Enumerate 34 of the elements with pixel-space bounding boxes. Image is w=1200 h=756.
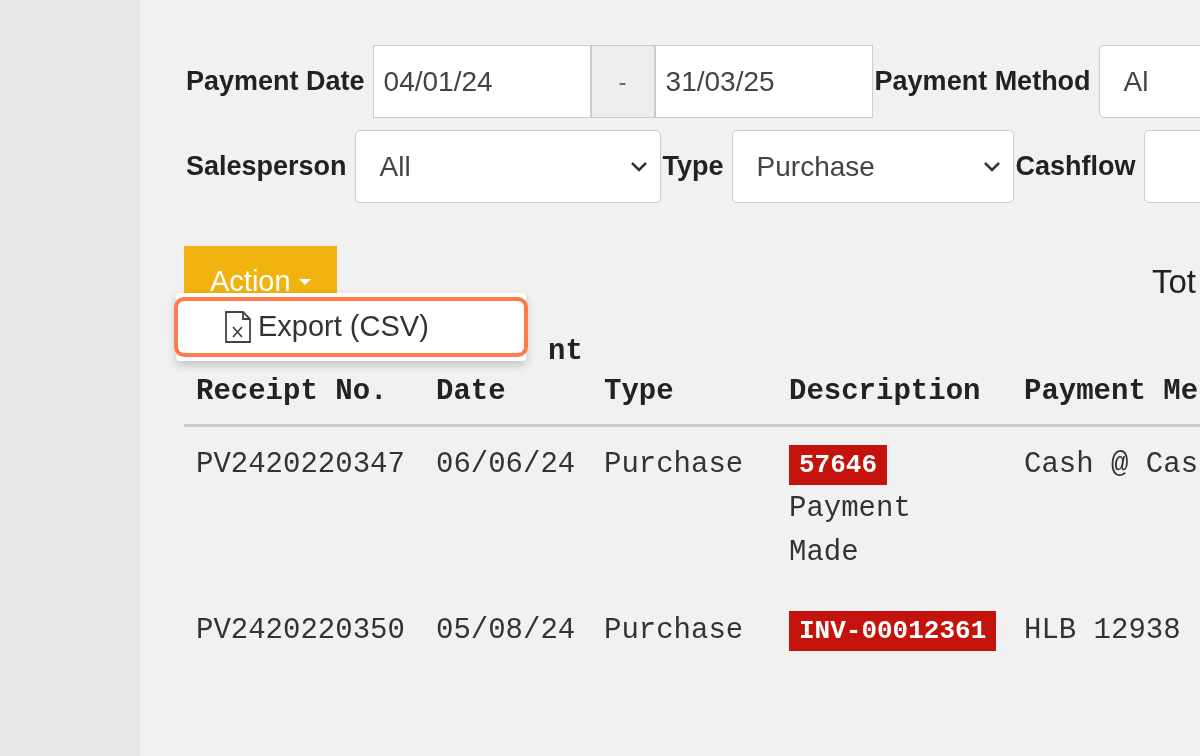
column-header: Description [788, 374, 982, 410]
date-field[interactable]: 31/03/25 [654, 45, 873, 118]
select-field[interactable]: Al [1098, 45, 1200, 118]
table-cell-text: HLB 12938 [1023, 613, 1182, 649]
select-field[interactable]: All [354, 130, 661, 203]
select-field[interactable]: Purchase [731, 130, 1014, 203]
chevron-down-icon [982, 160, 1001, 173]
export-menu-item[interactable]: Export (CSV) [174, 297, 528, 357]
column-header: Type [603, 374, 675, 410]
column-header: Receipt No. [195, 374, 389, 410]
field-label: Type [662, 150, 724, 184]
chevron-down-icon [629, 160, 648, 173]
field-label: Salesperson [186, 150, 347, 184]
caret-icon [298, 279, 311, 285]
field-label: Cashflow [1015, 150, 1136, 184]
description-text: Payment Made [789, 491, 912, 571]
group-header: nt [547, 334, 584, 370]
spreadsheet-file-icon [224, 310, 252, 343]
table-cell-text: Cash @ Cas [1023, 447, 1200, 483]
column-header: Payment Me [1023, 374, 1200, 410]
field-label: Payment Method [874, 65, 1091, 99]
range-separator: - [590, 45, 655, 118]
invoice-tag[interactable]: INV-00012361 [789, 611, 997, 651]
field-label: Payment Date [186, 65, 365, 99]
date-field[interactable]: 04/01/24 [372, 45, 591, 118]
table-cell-text: 05/08/24 [435, 613, 577, 649]
invoice-tag[interactable]: 57646 [789, 445, 887, 485]
table-cell-text: Purchase [603, 613, 745, 649]
table-cell-text: Purchase [603, 447, 745, 483]
table-cell-text: PV2420220350 [195, 613, 406, 649]
total-label: Tot [1151, 262, 1196, 303]
column-header: Date [435, 374, 507, 410]
table-cell-text: PV2420220347 [195, 447, 406, 483]
table-cell-text: 06/06/24 [435, 447, 577, 483]
